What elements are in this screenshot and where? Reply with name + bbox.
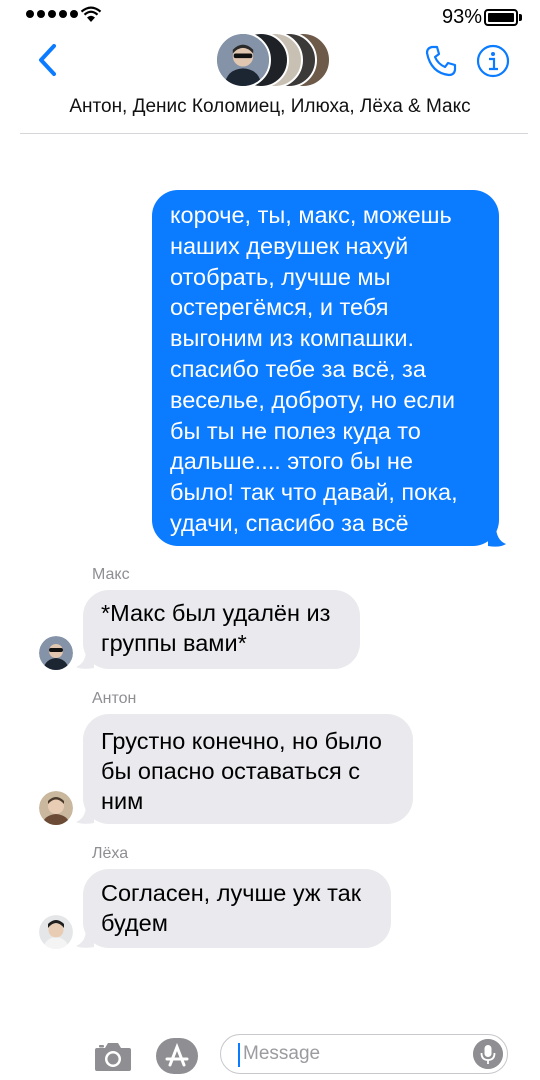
incoming-message-bubble[interactable]: Согласен, лучше уж так будем <box>83 869 391 948</box>
battery-icon <box>484 9 522 26</box>
status-bar: 93% <box>0 0 540 34</box>
outgoing-bubble-tail <box>488 526 506 547</box>
message-line: бы ты не полез куда то <box>170 417 421 444</box>
group-avatars[interactable] <box>215 32 335 88</box>
battery-percentage: 93% <box>441 6 482 28</box>
wifi-icon <box>80 6 102 22</box>
incoming-message-bubble[interactable]: *Макс был удалён из группы вами* <box>83 590 360 669</box>
text-caret <box>238 1043 240 1067</box>
outgoing-message-bubble[interactable]: короче, ты, макс, можешь наших девушек н… <box>152 190 499 546</box>
sender-name: Лёха <box>92 845 129 862</box>
message-line: ним <box>101 788 144 814</box>
info-icon[interactable] <box>476 44 510 78</box>
message-input-container[interactable] <box>220 1034 508 1074</box>
conversation-participants[interactable]: Антон, Денис Коломиец, Илюха, Лёха & Мак… <box>0 96 540 118</box>
sender-avatar[interactable] <box>39 791 73 825</box>
message-line: группы вами* <box>101 630 247 656</box>
message-line: было! так что давай, пока, <box>170 479 458 506</box>
camera-icon[interactable] <box>94 1040 132 1072</box>
message-line: выгоним из компашки. <box>170 325 415 352</box>
app-store-icon[interactable] <box>156 1038 198 1074</box>
sender-avatar[interactable] <box>39 915 73 949</box>
message-line: отобрать, лучше мы <box>170 263 391 290</box>
message-input[interactable] <box>243 1035 463 1072</box>
phone-icon[interactable] <box>424 44 458 78</box>
group-avatar-main <box>215 32 271 88</box>
sender-name: Макс <box>92 566 130 583</box>
incoming-bubble-tail <box>76 929 94 948</box>
header-divider <box>20 133 528 134</box>
incoming-bubble-tail <box>76 650 94 669</box>
sender-name: Антон <box>92 690 137 707</box>
message-line: *Макс был удалён из <box>101 600 331 626</box>
message-line: будем <box>101 910 168 936</box>
sender-avatar[interactable] <box>39 636 73 670</box>
microphone-icon[interactable] <box>473 1039 503 1069</box>
message-line: короче, ты, макс, можешь <box>170 202 452 228</box>
message-line: веселье, доброту, но если <box>170 386 455 413</box>
message-line: остерегёмся, и тебя <box>170 294 389 321</box>
incoming-bubble-tail <box>76 805 94 824</box>
message-line: наших девушек нахуй <box>170 232 409 259</box>
message-line: удачи, спасибо за всё <box>170 509 409 536</box>
message-line: Грустно конечно, но было <box>101 728 382 754</box>
message-line: спасибо тебе за всё, за <box>170 355 426 382</box>
message-line: бы опасно оставаться с <box>101 758 360 784</box>
signal-strength-icon <box>26 10 78 18</box>
message-line: дальше.... этого бы не <box>170 448 413 475</box>
message-line: Согласен, лучше уж так <box>101 880 362 906</box>
back-chevron-icon[interactable] <box>34 42 64 78</box>
incoming-message-bubble[interactable]: Грустно конечно, но было бы опасно остав… <box>83 714 413 824</box>
